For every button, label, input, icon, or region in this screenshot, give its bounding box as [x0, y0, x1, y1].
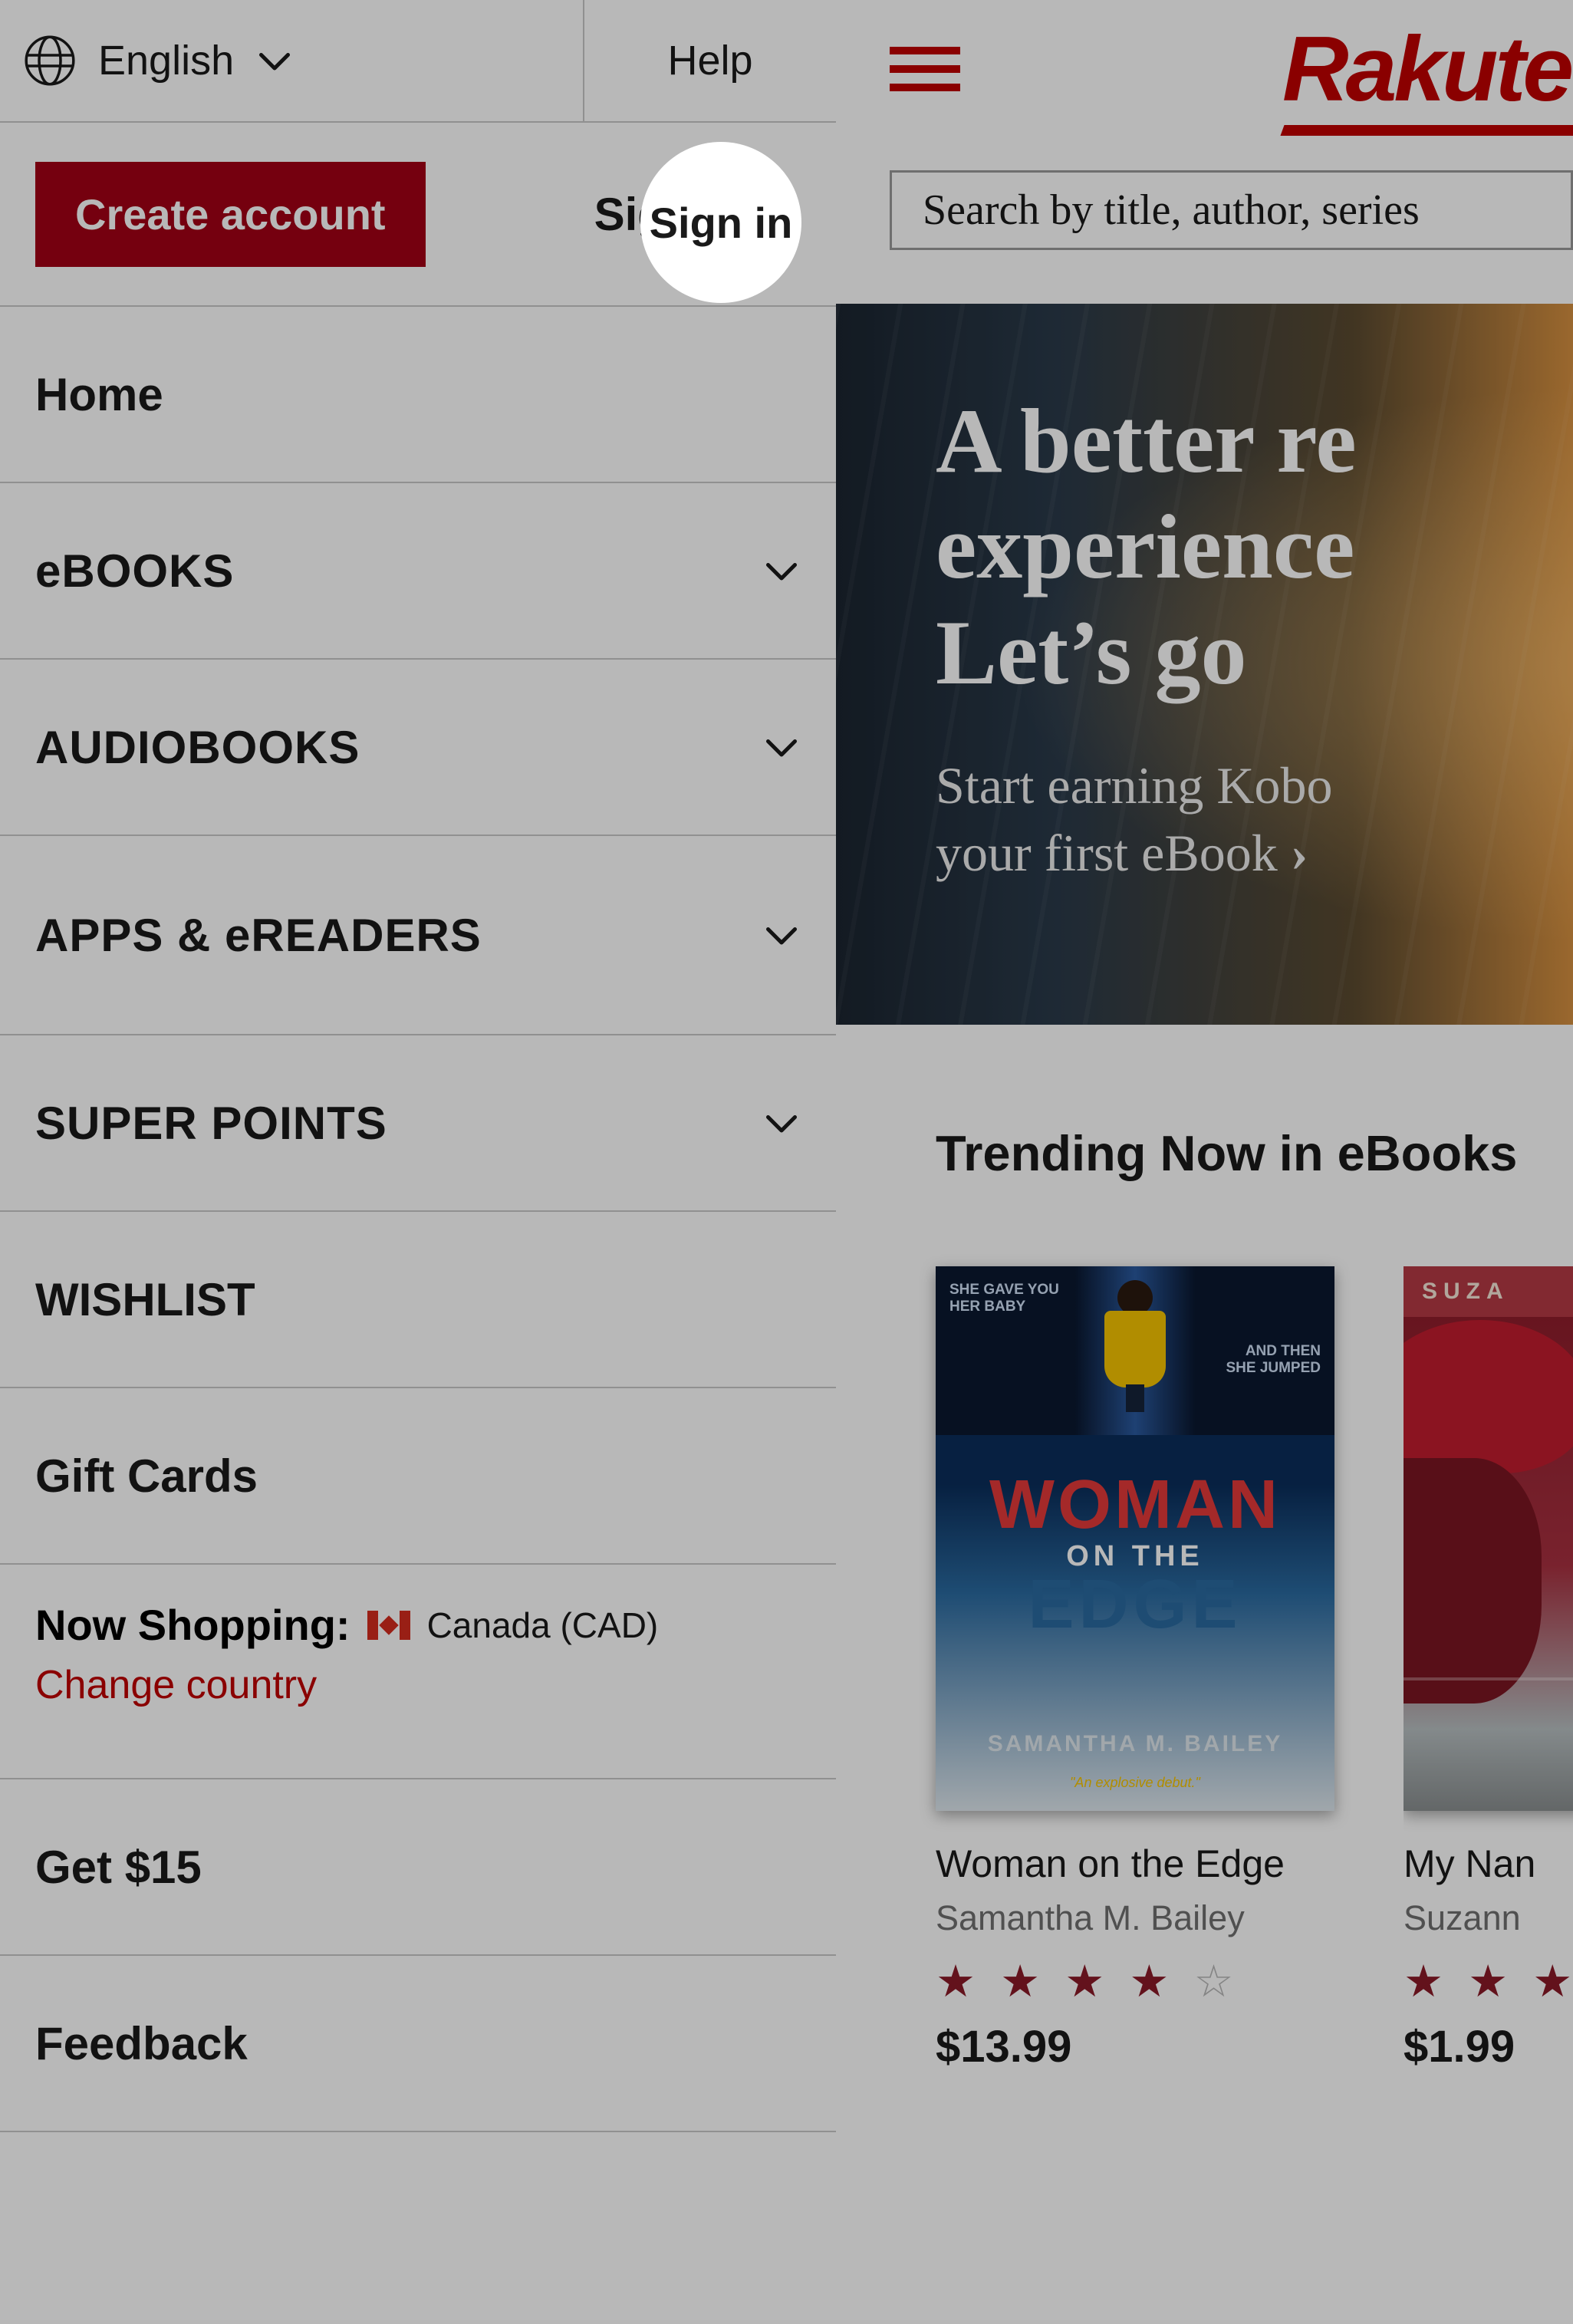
hero-line2: experience: [936, 494, 1573, 600]
nav-ebooks[interactable]: eBOOKS: [0, 483, 836, 660]
brand-logo[interactable]: Rakute: [1282, 16, 1571, 122]
language-label: English: [98, 37, 234, 84]
brand-underline: [1280, 125, 1573, 136]
create-account-label: Create account: [75, 190, 386, 239]
chevron-down-icon: [255, 41, 294, 80]
cover-title-w3: EDGE: [936, 1565, 1334, 1644]
nav-list: Home eBOOKS AUDIOBOOKS APPS & eREADERS S…: [0, 307, 836, 2132]
hero-line3: Let’s go: [936, 600, 1573, 706]
book-cover[interactable]: SHE GAVE YOUHER BABY AND THENSHE JUMPED …: [936, 1266, 1334, 1811]
nav-label: AUDIOBOOKS: [35, 721, 360, 774]
rating-stars: ★ ★ ★ ★ ☆: [936, 1955, 1334, 2007]
nav-label: APPS & eREADERS: [35, 909, 482, 962]
cover-blurb: "An explosive debut.": [936, 1775, 1334, 1791]
book-author[interactable]: Suzann: [1404, 1898, 1573, 1938]
create-account-button[interactable]: Create account: [35, 162, 426, 267]
book-card[interactable]: SHE GAVE YOUHER BABY AND THENSHE JUMPED …: [936, 1266, 1334, 2072]
drawer-topbar: English Help: [0, 0, 836, 123]
book-shelf: SHE GAVE YOUHER BABY AND THENSHE JUMPED …: [936, 1266, 1573, 2072]
chevron-down-icon: [762, 1104, 801, 1142]
nav-audiobooks[interactable]: AUDIOBOOKS: [0, 660, 836, 836]
main-header: Rakute: [836, 0, 1573, 138]
cover-tag-right: AND THENSHE JUMPED: [1226, 1343, 1321, 1377]
brand-text: Rakute: [1282, 18, 1571, 120]
nav-label: Gift Cards: [35, 1450, 258, 1503]
cover-band: SUZA: [1404, 1266, 1573, 1317]
main-content: Rakute Search by title, author, series A…: [836, 0, 1573, 2324]
book-price: $1.99: [1404, 2021, 1573, 2072]
sign-in-spotlight[interactable]: Sign in: [640, 142, 801, 303]
nav-label: SUPER POINTS: [35, 1097, 387, 1150]
hero-sub: Start earning Kobo your first eBook ›: [936, 752, 1573, 887]
help-link[interactable]: Help: [583, 0, 836, 121]
nav-label: Home: [35, 368, 163, 421]
region-label: Now Shopping:: [35, 1600, 350, 1650]
language-selector[interactable]: English: [0, 0, 583, 121]
nav-get15[interactable]: Get $15: [0, 1779, 836, 1956]
section-trending-title: Trending Now in eBooks: [936, 1124, 1573, 1182]
nav-apps[interactable]: APPS & eREADERS: [0, 836, 836, 1035]
change-country-link[interactable]: Change country: [35, 1662, 317, 1708]
chevron-down-icon: [762, 551, 801, 590]
nav-label: Get $15: [35, 1841, 202, 1894]
chevron-down-icon: [762, 916, 801, 954]
region-block: Now Shopping: Canada (CAD) Change countr…: [0, 1565, 836, 1779]
nav-label: Feedback: [35, 2017, 248, 2070]
region-value: Canada (CAD): [427, 1605, 659, 1646]
book-author[interactable]: Samantha M. Bailey: [936, 1898, 1334, 1938]
cover-author: SAMANTHA M. BAILEY: [936, 1731, 1334, 1757]
nav-home[interactable]: Home: [0, 307, 836, 483]
nav-label: eBOOKS: [35, 545, 234, 597]
hero-line1: A better re: [936, 388, 1573, 494]
sign-in-spotlight-label: Sign in: [650, 198, 793, 248]
hamburger-icon[interactable]: [890, 47, 960, 91]
search-placeholder: Search by title, author, series: [923, 186, 1420, 235]
nav-drawer: English Help Create account Sign in Home…: [0, 0, 836, 2324]
book-title[interactable]: My Nan: [1404, 1842, 1573, 1886]
nav-label: WISHLIST: [35, 1273, 255, 1326]
book-cover[interactable]: SUZA My: [1404, 1266, 1573, 1811]
nav-wishlist[interactable]: WISHLIST: [0, 1212, 836, 1388]
search-input[interactable]: Search by title, author, series: [890, 170, 1573, 250]
nav-giftcards[interactable]: Gift Cards: [0, 1388, 836, 1565]
book-title[interactable]: Woman on the Edge: [936, 1842, 1334, 1886]
globe-icon: [23, 34, 77, 87]
hero-banner[interactable]: A better re experience Let’s go Start ea…: [836, 304, 1573, 1025]
help-label: Help: [667, 37, 752, 84]
book-price: $13.99: [936, 2021, 1334, 2072]
cover-tag-left: SHE GAVE YOUHER BABY: [949, 1282, 1059, 1315]
flag-canada-icon: [367, 1611, 410, 1640]
chevron-right-icon: ›: [1291, 824, 1308, 882]
cover-title-w1: WOMAN: [936, 1466, 1334, 1545]
hero-sub2: your first eBook: [936, 824, 1278, 882]
chevron-down-icon: [762, 728, 801, 766]
rating-stars: ★ ★ ★: [1404, 1955, 1573, 2007]
book-card[interactable]: SUZA My My Nan Suzann ★ ★ ★ $1.99: [1404, 1266, 1573, 2072]
nav-feedback[interactable]: Feedback: [0, 1956, 836, 2132]
nav-superpoints[interactable]: SUPER POINTS: [0, 1035, 836, 1212]
hero-sub1: Start earning Kobo: [936, 752, 1573, 819]
